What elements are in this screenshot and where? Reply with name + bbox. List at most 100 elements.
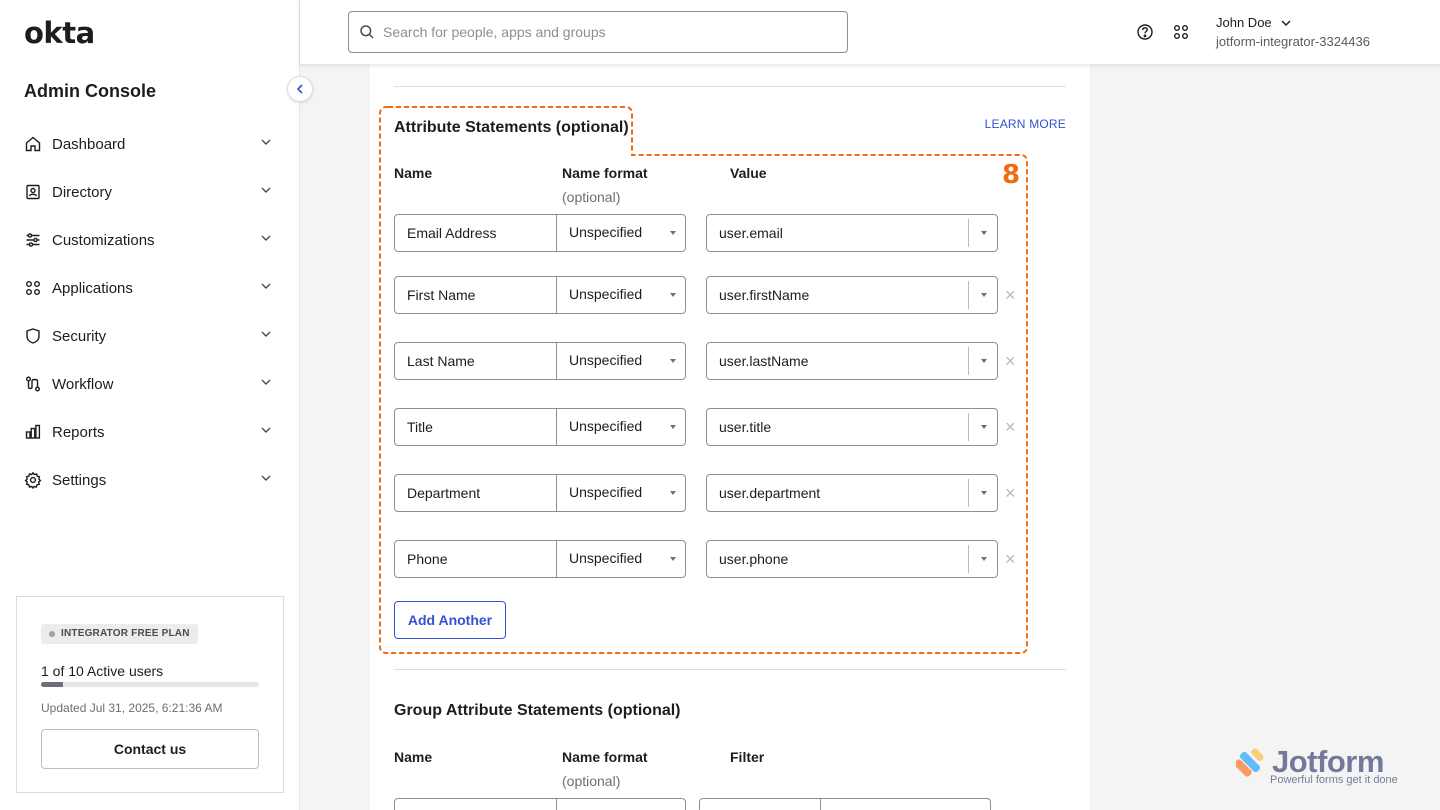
attribute-row: Phone Unspecified user.phone × — [394, 540, 1034, 578]
add-another-button[interactable]: Add Another — [394, 601, 506, 639]
plan-badge: INTEGRATOR FREE PLAN — [41, 624, 198, 644]
main-panel: Attribute Statements (optional) LEARN MO… — [370, 64, 1090, 810]
caret-down-icon — [981, 231, 987, 235]
remove-row-icon[interactable]: × — [1005, 550, 1016, 568]
attribute-row: Email Address Unspecified user.email — [394, 214, 1034, 252]
name-format-select[interactable]: Unspecified — [557, 474, 686, 512]
sidebar: okta Admin Console Dashboard Directory C… — [0, 0, 300, 810]
name-format-value: Unspecified — [569, 352, 643, 368]
remove-row-icon[interactable]: × — [1005, 352, 1016, 370]
chevron-down-icon — [261, 427, 271, 433]
collapse-sidebar-button[interactable] — [287, 76, 313, 102]
attribute-value-select[interactable]: user.title — [706, 408, 998, 446]
attribute-row: First Name Unspecified user.firstName × — [394, 276, 1034, 314]
learn-more-link[interactable]: LEARN MORE — [985, 117, 1066, 131]
group-name-format-select[interactable] — [557, 798, 686, 810]
attribute-value-select[interactable]: user.email — [706, 214, 998, 252]
name-format-value: Unspecified — [569, 550, 643, 566]
sidebar-item-settings[interactable]: Settings — [0, 456, 300, 504]
name-format-select[interactable]: Unspecified — [557, 408, 686, 446]
search-icon — [360, 25, 374, 39]
plan-card: INTEGRATOR FREE PLAN 1 of 10 Active user… — [16, 596, 284, 793]
group-column-header-filter: Filter — [730, 749, 765, 765]
app-switcher-icon[interactable] — [1172, 23, 1190, 41]
caret-down-icon — [981, 293, 987, 297]
chevron-down-icon — [261, 475, 271, 481]
caret-down-icon — [670, 425, 676, 429]
sidebar-item-workflow[interactable]: Workflow — [0, 360, 300, 408]
attribute-value: user.firstName — [719, 287, 810, 303]
remove-row-icon[interactable]: × — [1005, 418, 1016, 436]
attribute-name-input[interactable]: Title — [394, 408, 557, 446]
jotform-logo-icon — [1234, 748, 1264, 777]
group-column-header-name: Name — [394, 749, 433, 765]
attribute-value: user.department — [719, 485, 821, 501]
attribute-value-select[interactable]: user.phone — [706, 540, 998, 578]
workflow-icon — [24, 375, 42, 393]
attribute-row: Title Unspecified user.title × — [394, 408, 1034, 446]
attribute-value: user.phone — [719, 551, 789, 567]
chevron-down-icon — [261, 235, 271, 241]
name-format-select[interactable]: Unspecified — [557, 214, 686, 252]
remove-row-icon[interactable]: × — [1005, 286, 1016, 304]
attribute-name-input[interactable]: Phone — [394, 540, 557, 578]
sidebar-item-directory[interactable]: Directory — [0, 168, 300, 216]
sidebar-item-security[interactable]: Security — [0, 312, 300, 360]
chevron-down-icon — [261, 283, 271, 289]
attribute-name-input[interactable]: Email Address — [394, 214, 557, 252]
attribute-row: Department Unspecified user.department × — [394, 474, 1034, 512]
group-filter-type-select[interactable] — [699, 798, 821, 810]
sidebar-item-customizations[interactable]: Customizations — [0, 216, 300, 264]
contact-us-button[interactable]: Contact us — [41, 729, 259, 769]
name-format-select[interactable]: Unspecified — [557, 540, 686, 578]
caret-down-icon — [981, 557, 987, 561]
attribute-value: user.lastName — [719, 353, 809, 369]
caret-down-icon — [670, 491, 676, 495]
attribute-value-select[interactable]: user.firstName — [706, 276, 998, 314]
section-divider — [394, 669, 1066, 670]
name-format-select[interactable]: Unspecified — [557, 342, 686, 380]
chevron-down-icon — [261, 139, 271, 145]
admin-console-title: Admin Console — [24, 81, 157, 101]
sidebar-item-applications[interactable]: Applications — [0, 264, 300, 312]
group-name-input[interactable] — [394, 798, 557, 810]
sidebar-item-label: Settings — [52, 471, 107, 489]
search-input[interactable] — [383, 24, 823, 40]
caret-down-icon — [981, 425, 987, 429]
attribute-value-select[interactable]: user.department — [706, 474, 998, 512]
sidebar-item-label: Customizations — [52, 231, 155, 249]
chevron-down-icon — [1281, 20, 1291, 26]
sidebar-item-dashboard[interactable]: Dashboard — [0, 120, 300, 168]
sidebar-item-reports[interactable]: Reports — [0, 408, 300, 456]
chart-icon — [24, 423, 42, 441]
active-users-count: 1 of 10 Active users — [41, 663, 164, 679]
name-format-value: Unspecified — [569, 286, 643, 302]
name-format-select[interactable]: Unspecified — [557, 276, 686, 314]
remove-row-icon[interactable]: × — [1005, 484, 1016, 502]
name-format-value: Unspecified — [569, 484, 643, 500]
attribute-name-input[interactable]: Last Name — [394, 342, 557, 380]
help-icon[interactable] — [1136, 23, 1154, 41]
chevron-down-icon — [261, 187, 271, 193]
usage-progress-bar — [41, 682, 259, 687]
attribute-value: user.title — [719, 419, 772, 435]
group-filter-value-input[interactable] — [821, 798, 991, 810]
section-divider — [394, 86, 1066, 87]
column-header-name-format: Name format — [562, 165, 648, 181]
caret-down-icon — [670, 293, 676, 297]
name-format-value: Unspecified — [569, 418, 643, 434]
jotform-watermark: Jotform Powerful forms get it done — [1234, 744, 1398, 786]
top-header: John Doe jotform-integrator-3324436 — [300, 0, 1440, 64]
chevron-left-icon — [296, 84, 303, 94]
attribute-name-input[interactable]: Department — [394, 474, 557, 512]
attribute-name-input[interactable]: First Name — [394, 276, 557, 314]
directory-icon — [24, 183, 42, 201]
column-header-optional: (optional) — [562, 189, 621, 205]
plan-updated-timestamp: Updated Jul 31, 2025, 6:21:36 AM — [41, 701, 223, 715]
sidebar-item-label: Security — [52, 327, 107, 345]
user-menu[interactable]: John Doe — [1216, 15, 1292, 30]
sidebar-item-label: Reports — [52, 423, 105, 441]
attribute-value-select[interactable]: user.lastName — [706, 342, 998, 380]
search-box[interactable] — [348, 11, 848, 53]
okta-logo[interactable]: okta — [24, 16, 95, 50]
